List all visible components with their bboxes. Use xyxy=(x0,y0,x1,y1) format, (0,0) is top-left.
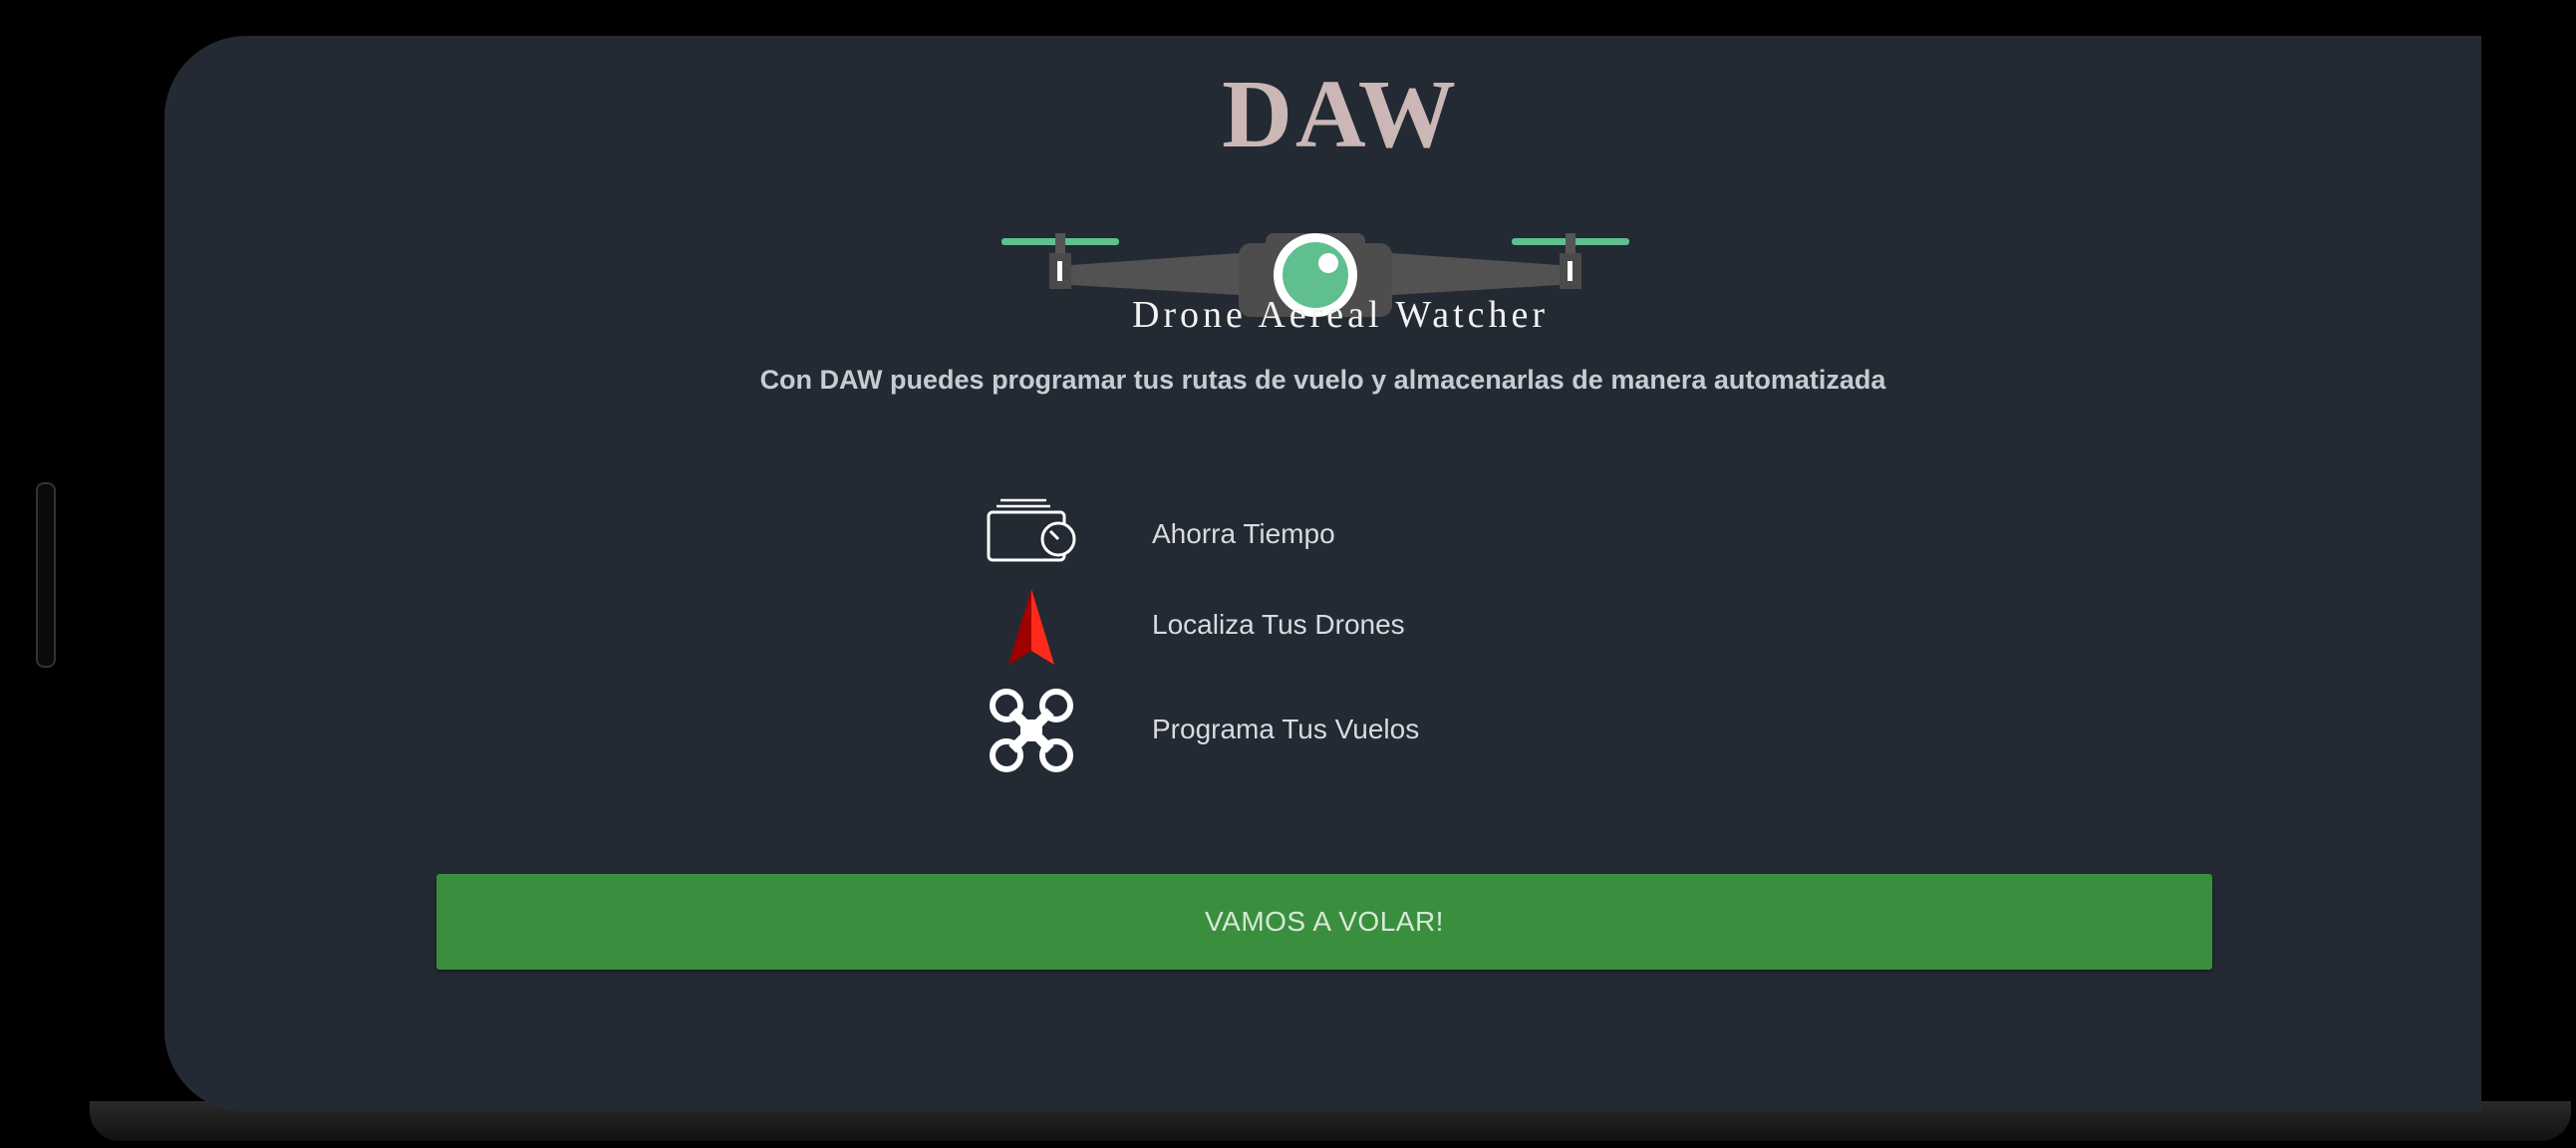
quadcopter-icon xyxy=(990,689,1073,772)
device-frame: DAW Drone Aereal Watcher Con DAW puedes … xyxy=(0,0,2576,1148)
wallet-clock-icon xyxy=(987,498,1076,562)
feature-item-ahorra-tiempo: Ahorra Tiempo xyxy=(987,490,1684,580)
feature-label: Programa Tus Vuelos xyxy=(1152,714,1420,744)
tagline-text: Con DAW puedes programar tus rutas de vu… xyxy=(759,365,1886,395)
app-screen: DAW Drone Aereal Watcher Con DAW puedes … xyxy=(164,36,2481,1112)
feature-label: Localiza Tus Drones xyxy=(1152,609,1405,640)
logo-title: DAW xyxy=(1222,61,1459,168)
app-logo: DAW Drone Aereal Watcher xyxy=(1002,66,1679,355)
feature-item-programa-vuelos: Programa Tus Vuelos xyxy=(987,686,1684,775)
red-arrow-locator-icon xyxy=(1008,589,1054,665)
logo-subtitle: Drone Aereal Watcher xyxy=(1131,294,1550,336)
vamos-a-volar-button[interactable]: VAMOS A VOLAR! xyxy=(436,874,2212,970)
feature-label: Ahorra Tiempo xyxy=(1152,518,1335,549)
feature-item-localiza-drones: Localiza Tus Drones xyxy=(987,581,1684,671)
device-side-button xyxy=(36,482,56,668)
